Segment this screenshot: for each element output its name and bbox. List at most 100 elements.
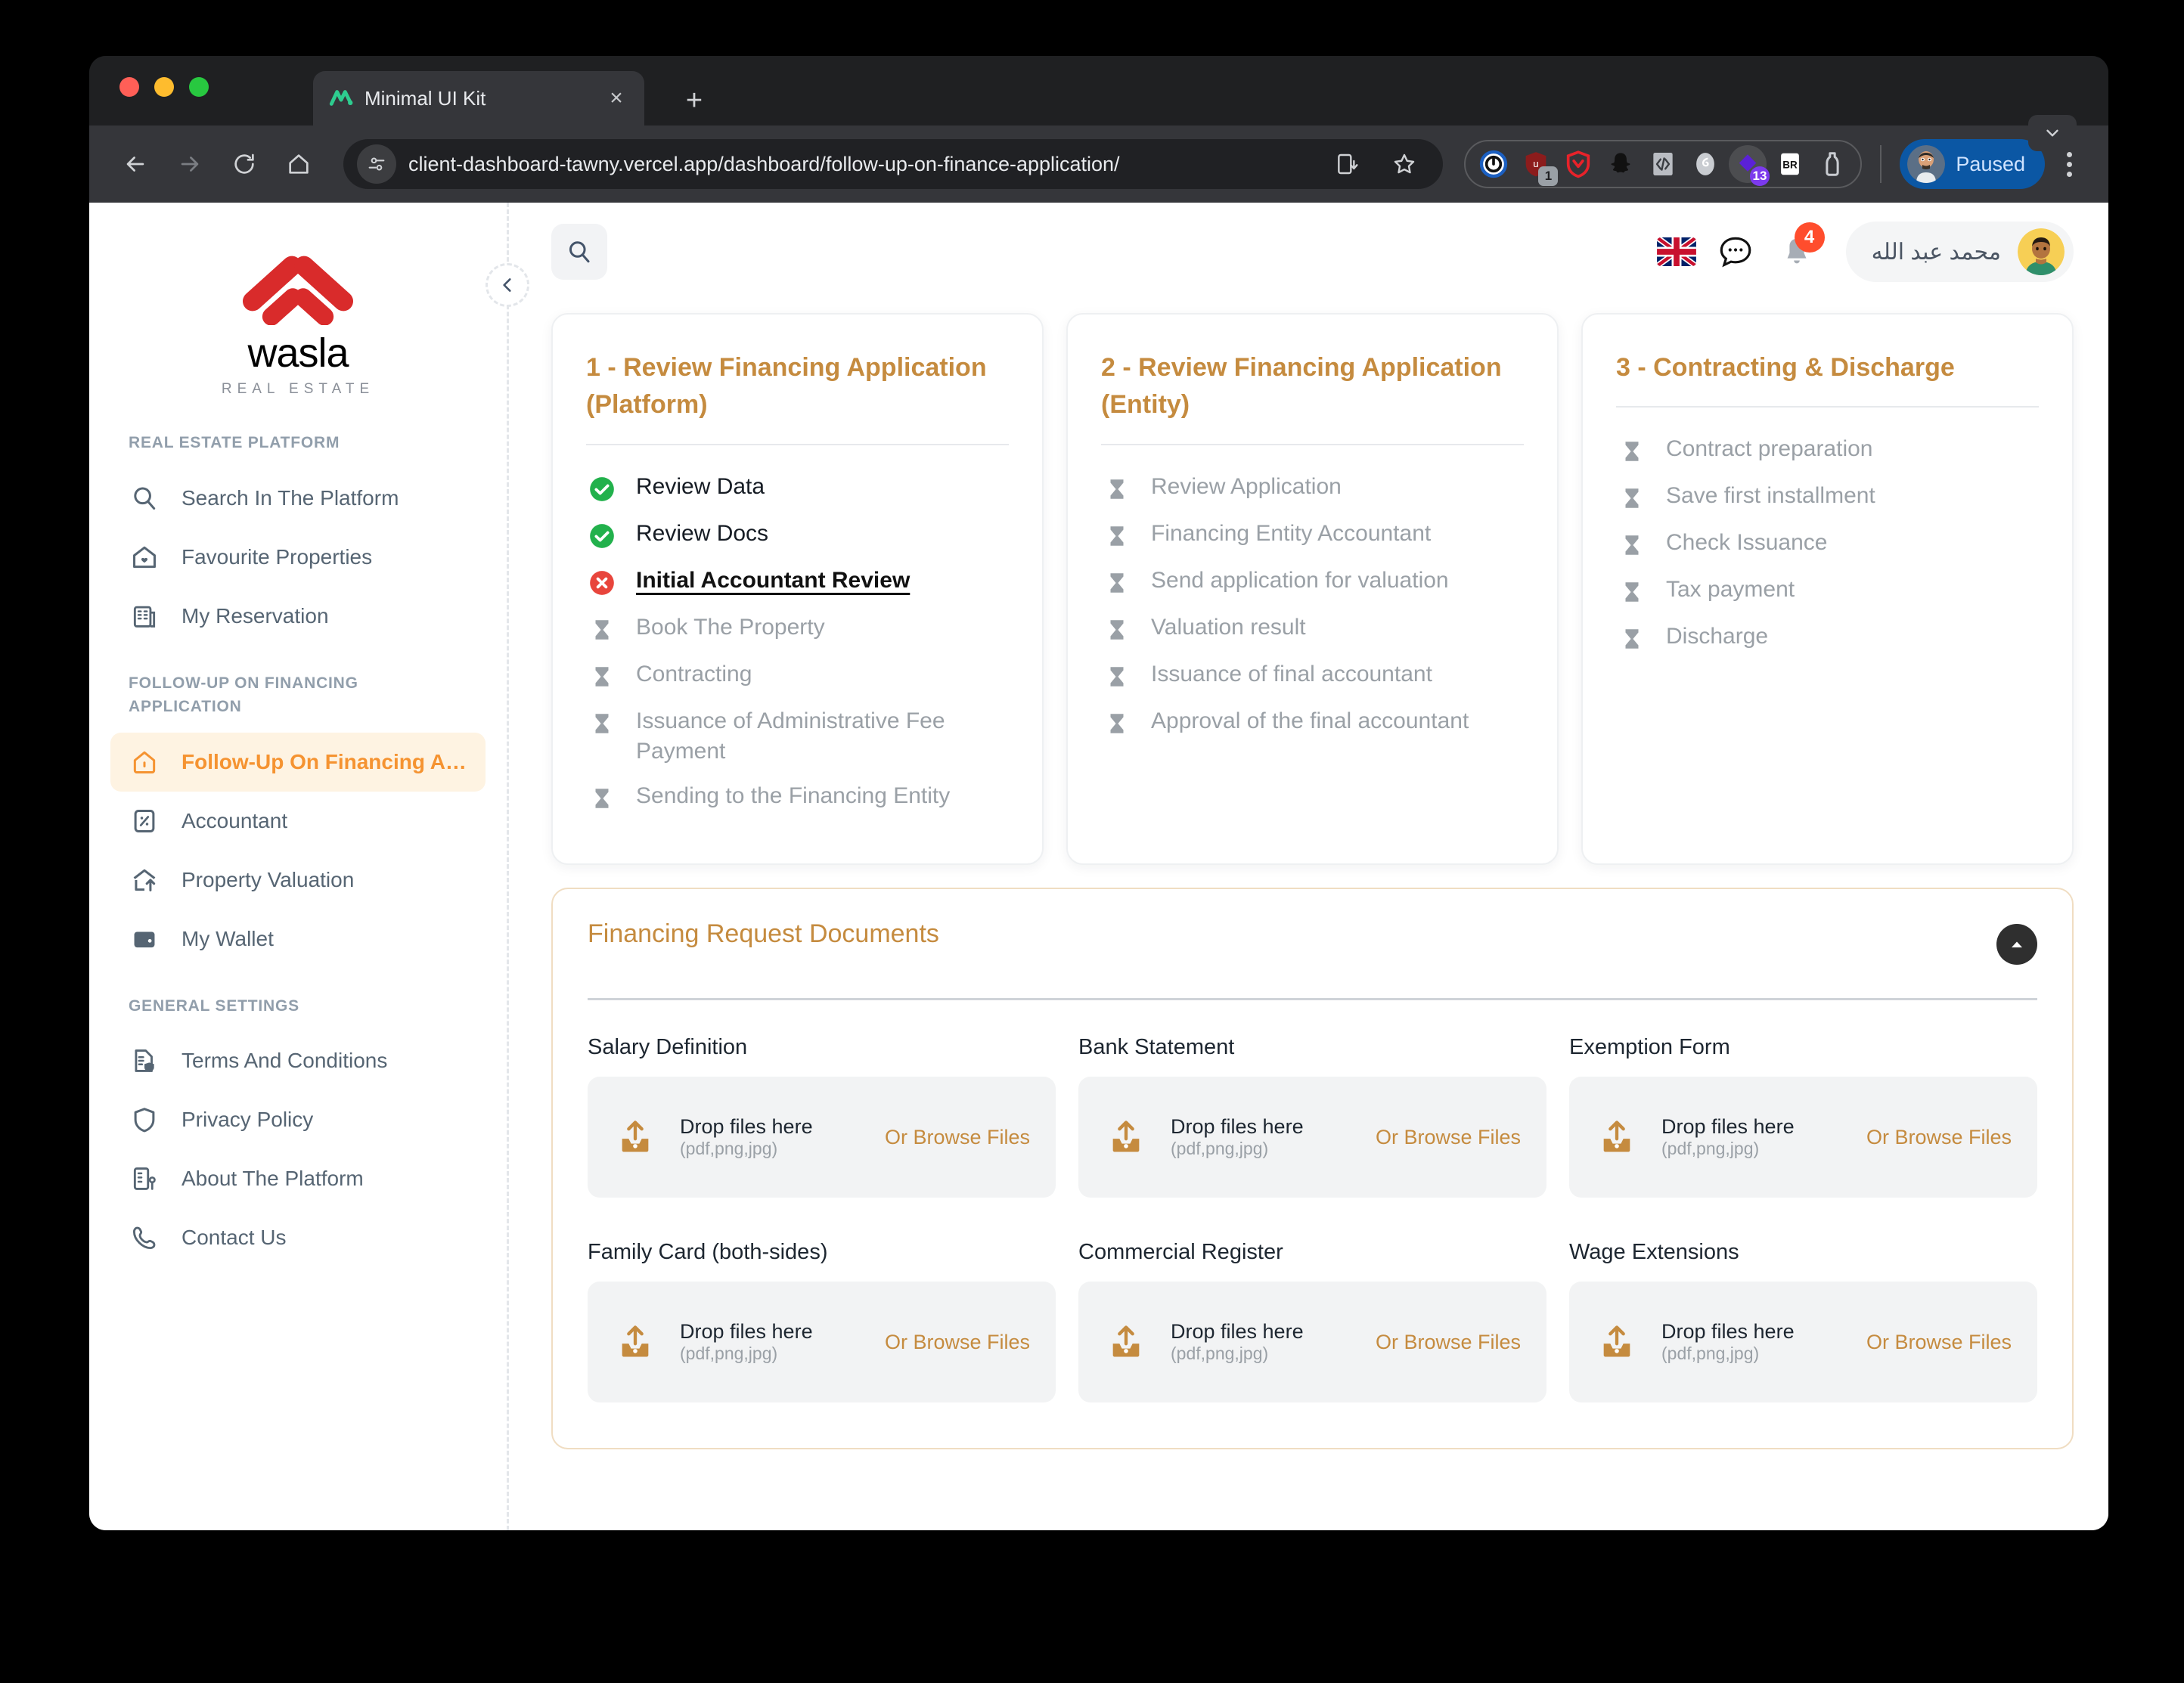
browser-window: Minimal UI Kit × + client-dashboard-tawn… — [89, 56, 2108, 1530]
sidebar-item-search-in-the-platform[interactable]: Search In The Platform — [110, 469, 486, 528]
step-item[interactable]: Review Data — [586, 465, 1009, 512]
sidebar-item-my-wallet[interactable]: My Wallet — [110, 910, 486, 969]
error-circle-icon — [586, 567, 618, 599]
dropzone[interactable]: Drop files here (pdf,png,jpg) Or Browse … — [1078, 1077, 1546, 1198]
user-menu-button[interactable]: محمد عبد الله — [1845, 222, 2074, 282]
br-extension-icon[interactable]: BR — [1771, 145, 1809, 183]
hourglass-icon — [1616, 623, 1648, 655]
snapchat-icon[interactable] — [1602, 145, 1640, 183]
step-card-1: 1 - Review Financing Application (Platfo… — [551, 313, 1044, 865]
search-button[interactable] — [551, 224, 607, 280]
browse-files-link[interactable]: Or Browse Files — [885, 1331, 1030, 1354]
hourglass-icon — [1101, 661, 1133, 693]
brand-tagline: REAL ESTATE — [221, 381, 375, 397]
sidebar-item-label: Terms And Conditions — [181, 1049, 388, 1072]
browse-files-link[interactable]: Or Browse Files — [1866, 1331, 2012, 1354]
step-item: Tax payment — [1616, 568, 2039, 615]
document-label: Bank Statement — [1078, 1035, 1235, 1059]
step-item[interactable]: Review Docs — [586, 512, 1009, 559]
tab-search-button[interactable] — [2028, 115, 2077, 151]
dropzone[interactable]: Drop files here (pdf,png,jpg) Or Browse … — [588, 1077, 1056, 1198]
document-label: Wage Extensions — [1569, 1240, 1739, 1264]
svg-text:BR: BR — [1783, 160, 1798, 171]
browser-menu-button[interactable] — [2052, 151, 2086, 177]
chevron-left-icon — [503, 278, 511, 292]
sidebar-item-property-valuation[interactable]: Property Valuation — [110, 851, 486, 910]
install-app-icon[interactable] — [1323, 141, 1370, 188]
browse-files-link[interactable]: Or Browse Files — [1376, 1331, 1521, 1354]
vshield-extension-icon[interactable] — [1559, 145, 1597, 183]
svg-text:u: u — [1534, 158, 1539, 169]
reload-icon — [234, 153, 254, 174]
adblock-icon[interactable] — [1475, 145, 1512, 183]
new-tab-button[interactable]: + — [678, 86, 711, 115]
sidebar-item-follow-up-on-financing-application[interactable]: Follow-Up On Financing Ap... — [110, 732, 486, 792]
hourglass-icon — [1101, 567, 1133, 599]
sidebar-collapse-button[interactable] — [486, 263, 529, 307]
main-content: 4 محمد عبد الله 1 - Review Financing App… — [509, 203, 2108, 1530]
browse-files-link[interactable]: Or Browse Files — [885, 1126, 1030, 1149]
code-extension-icon[interactable] — [1644, 145, 1682, 183]
brand-logo[interactable]: wasla REAL ESTATE — [89, 203, 507, 405]
close-window-button[interactable] — [119, 77, 139, 97]
forward-button[interactable] — [166, 141, 213, 188]
dropzone-formats: (pdf,png,jpg) — [1171, 1139, 1269, 1158]
step-title: 1 - Review Financing Application (Platfo… — [586, 353, 987, 420]
dropzone[interactable]: Drop files here (pdf,png,jpg) Or Browse … — [1569, 1077, 2037, 1198]
app-topbar: 4 محمد عبد الله — [509, 203, 2108, 301]
document-label: Salary Definition — [588, 1035, 748, 1059]
dropzone[interactable]: Drop files here (pdf,png,jpg) Or Browse … — [1569, 1282, 2037, 1402]
dropzone[interactable]: Drop files here (pdf,png,jpg) Or Browse … — [588, 1282, 1056, 1402]
home-button[interactable] — [275, 141, 322, 188]
sidebar-item-privacy-policy[interactable]: Privacy Policy — [110, 1090, 486, 1149]
notifications-button[interactable]: 4 — [1773, 222, 1825, 275]
document-upload-exemption-form: Exemption Form Drop files here (pdf,png,… — [1569, 1035, 2037, 1198]
brand-name: wasla — [247, 330, 349, 376]
address-bar[interactable]: client-dashboard-tawny.vercel.app/dashbo… — [343, 139, 1444, 189]
uk-flag-icon[interactable] — [1656, 237, 1696, 266]
wallet-icon — [129, 923, 160, 955]
profile-paused-button[interactable]: Paused — [1900, 139, 2045, 189]
sidebar-item-about-the-platform[interactable]: About The Platform — [110, 1149, 486, 1208]
step-item-current[interactable]: Initial Accountant Review — [586, 559, 1009, 606]
wasla-logo-icon — [237, 236, 358, 326]
browser-tab[interactable]: Minimal UI Kit × — [313, 71, 644, 126]
tab-title: Minimal UI Kit — [365, 86, 486, 110]
diamond-extension-icon[interactable]: 13 — [1729, 145, 1770, 186]
sidebar-item-contact-us[interactable]: Contact Us — [110, 1208, 486, 1267]
step-item: Issuance of final accountant — [1101, 652, 1524, 699]
maximize-window-button[interactable] — [189, 77, 209, 97]
minimize-window-button[interactable] — [154, 77, 174, 97]
chevron-up-icon — [2012, 941, 2022, 948]
sidebar-item-label: Accountant — [181, 808, 288, 832]
step-item-label: Tax payment — [1666, 577, 1795, 603]
bottle-extension-icon[interactable] — [1813, 145, 1851, 183]
sidebar-item-terms-and-conditions[interactable]: Terms And Conditions — [110, 1031, 486, 1090]
close-icon[interactable]: × — [603, 87, 629, 110]
site-settings-icon[interactable] — [357, 144, 396, 184]
bookmark-star-icon[interactable] — [1381, 141, 1428, 188]
hourglass-icon — [1616, 576, 1648, 608]
collapse-section-button[interactable] — [1996, 924, 2037, 965]
link-extension-icon[interactable] — [1686, 145, 1724, 183]
chevron-down-icon — [2046, 129, 2058, 137]
sidebar-item-label: My Reservation — [181, 603, 329, 628]
reload-button[interactable] — [221, 141, 268, 188]
browse-files-link[interactable]: Or Browse Files — [1376, 1126, 1521, 1149]
sidebar-item-accountant[interactable]: Accountant — [110, 792, 486, 851]
sidebar-item-label: Privacy Policy — [181, 1108, 314, 1131]
browse-files-link[interactable]: Or Browse Files — [1866, 1126, 2012, 1149]
back-button[interactable] — [112, 141, 159, 188]
step-item-label: Issuance of Administrative Fee Payment — [636, 708, 945, 764]
dropzone[interactable]: Drop files here (pdf,png,jpg) Or Browse … — [1078, 1282, 1546, 1402]
sidebar-item-favourite-properties[interactable]: Favourite Properties — [110, 528, 486, 587]
chat-bubble-icon[interactable] — [1711, 228, 1758, 275]
shield-extension-icon[interactable]: u 1 — [1517, 145, 1559, 186]
hourglass-icon — [1616, 482, 1648, 514]
sidebar-item-my-reservation[interactable]: My Reservation — [110, 587, 486, 646]
toolbar-divider — [1880, 145, 1882, 183]
step-item: Contract preparation — [1616, 427, 2039, 474]
step-item-label: Contract preparation — [1666, 436, 1873, 462]
extensions-group: u 1 13 BR — [1464, 140, 1863, 188]
upload-icon — [1104, 1115, 1148, 1159]
